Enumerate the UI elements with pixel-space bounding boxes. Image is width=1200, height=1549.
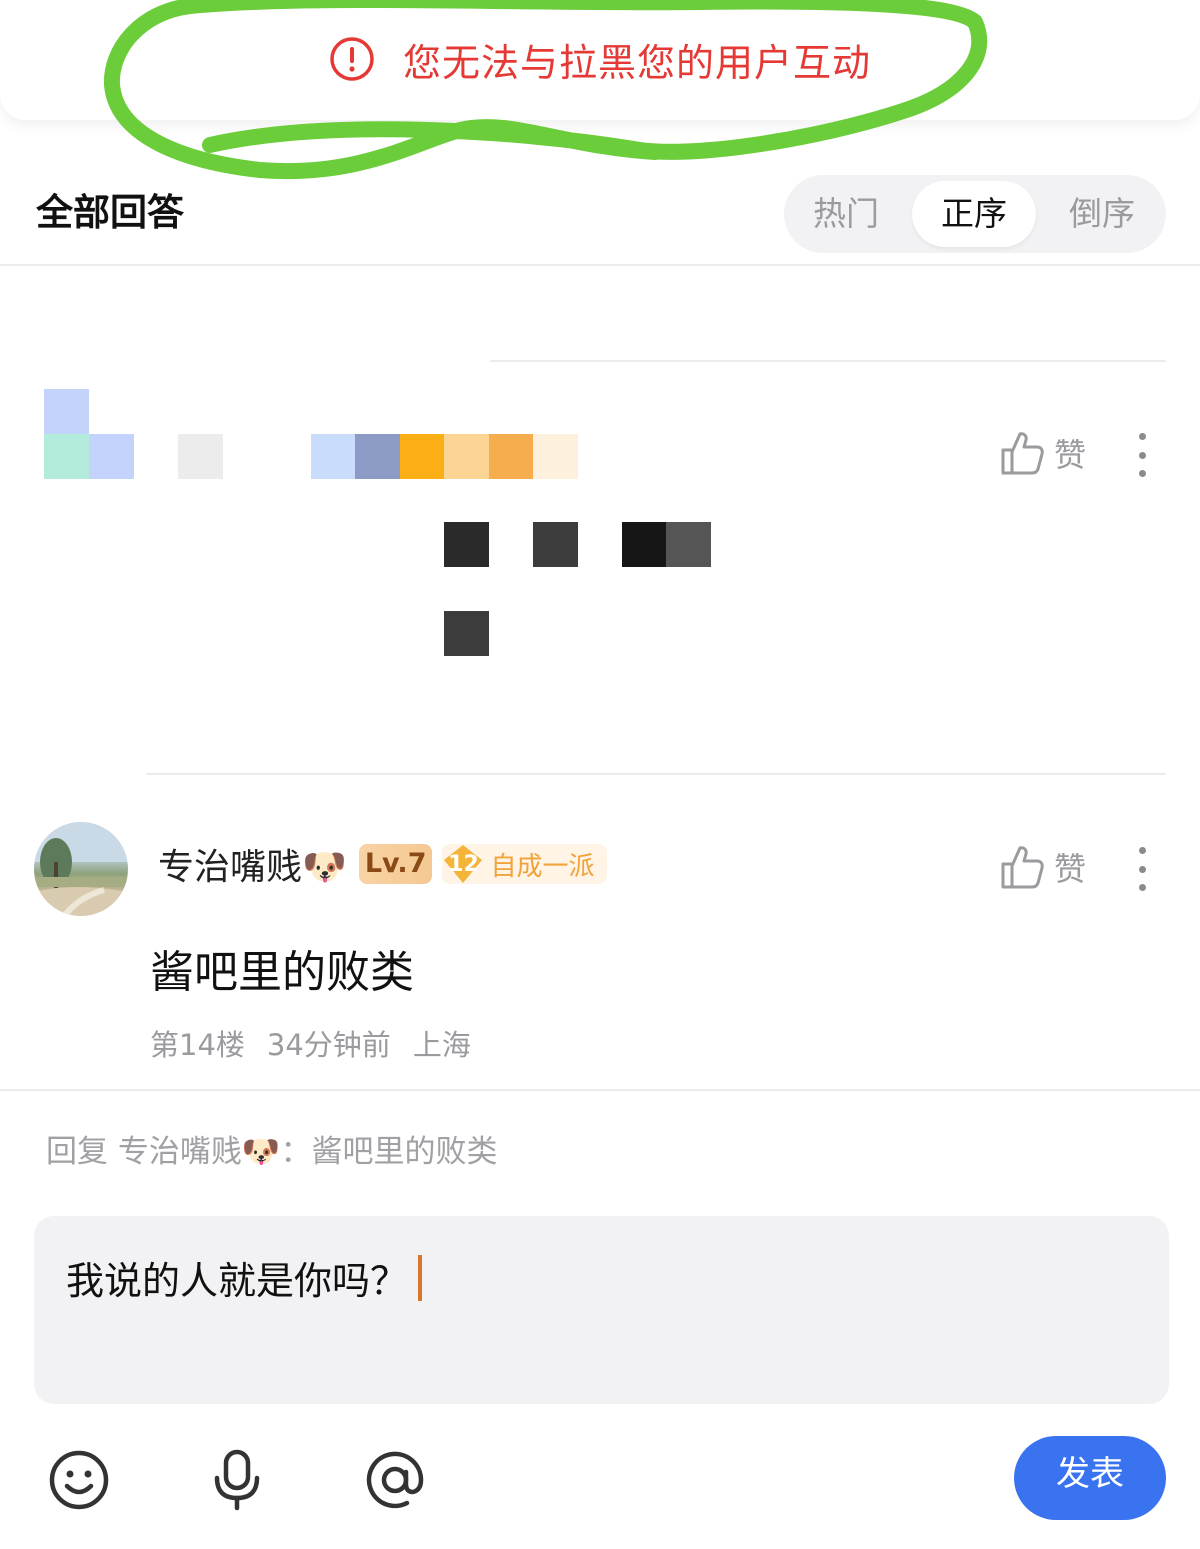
reply-divider [0,1089,1200,1091]
comment-username[interactable]: 专治嘴贱🐶 [158,838,347,890]
fan-title: 自成一派 [490,851,595,882]
sort-tab-hot[interactable]: 热门 [784,181,908,247]
blocked-toast: 您无法与拉黑您的用户互动 [0,0,1200,120]
answer-divider [490,360,1166,362]
emoji-icon[interactable] [47,1448,111,1512]
thumbs-up-icon [1001,846,1044,889]
send-button-label: 发表 [1056,1454,1124,1494]
reply-target-hint: 回复 专治嘴贱🐶：酱吧里的败类 [46,1134,498,1170]
send-button[interactable]: 发表 [1014,1436,1166,1520]
all-answers-title: 全部回答 [36,191,184,234]
comment-text: 酱吧里的败类 [150,947,414,998]
comment-location: 上海 [412,1028,471,1062]
like-button[interactable]: 赞 [1000,844,1086,890]
comment-user-row: 专治嘴贱🐶 Lv.7 12 自成一派 [158,838,607,890]
more-options-button[interactable] [1136,433,1148,477]
avatar[interactable] [34,822,128,916]
more-options-button[interactable] [1136,847,1148,891]
like-label: 赞 [1054,436,1087,474]
comment-floor: 第14楼 [150,1028,245,1062]
sort-tab-ascending[interactable]: 正序 [912,181,1036,247]
level-badge: Lv.7 [358,844,433,884]
header-divider [0,264,1200,266]
mention-at-icon[interactable] [363,1448,427,1512]
fan-badge: 12 自成一派 [442,844,607,884]
comment-time: 34分钟前 [266,1028,391,1062]
reply-input-value: 我说的人就是你吗？ [66,1259,409,1303]
like-button[interactable]: 赞 [1000,430,1086,476]
microphone-icon[interactable] [205,1448,269,1512]
reply-input[interactable]: 我说的人就是你吗？ [34,1216,1169,1404]
sort-tab-descending[interactable]: 倒序 [1040,181,1164,247]
alert-circle-icon [330,37,374,81]
like-label: 赞 [1054,850,1087,888]
sort-tabs: 热门 正序 倒序 [784,175,1166,253]
text-caret [418,1254,423,1301]
fan-level-icon: 12 [442,844,484,884]
comment-meta: 第14楼 34分钟前 上海 [150,1022,471,1064]
thumbs-up-icon [1001,432,1044,475]
toast-message: 您无法与拉黑您的用户互动 [402,40,871,85]
answer-divider [146,773,1166,775]
